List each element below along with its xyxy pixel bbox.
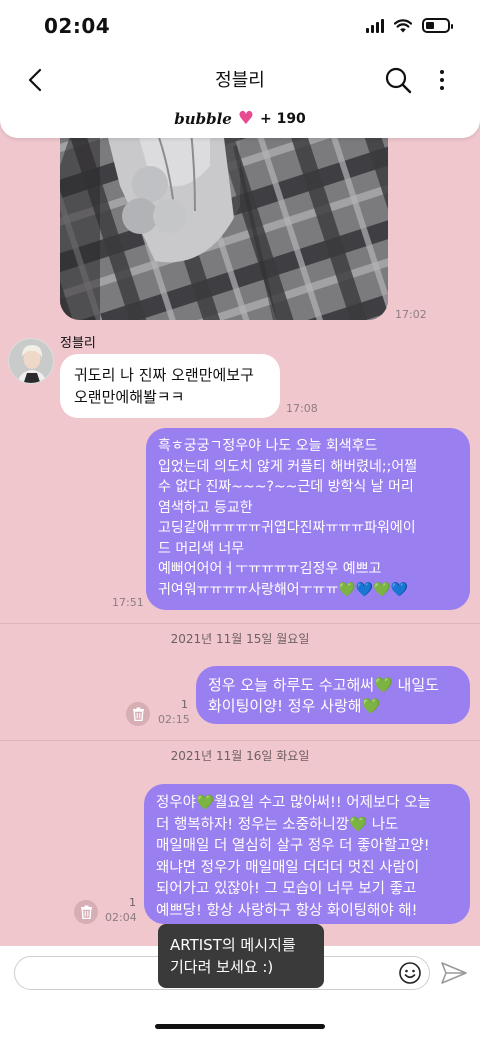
more-dot-icon [440, 70, 444, 74]
status-time: 02:04 [44, 14, 111, 38]
my-message-bubble[interactable]: 정우 오늘 하루도 수고해써💚 내일도 화이팅이양! 정우 사랑해💚 [196, 666, 470, 724]
more-options-button[interactable] [432, 64, 452, 96]
chat-header: 정블리 [0, 56, 480, 106]
date-divider-line [0, 623, 480, 624]
send-button[interactable] [440, 960, 468, 986]
wifi-icon [394, 18, 412, 32]
date-divider: 2021년 11월 16일 화요일 [170, 749, 310, 763]
cellular-signal-icon [366, 18, 384, 33]
my-message-bubble[interactable]: 흑ㅎ궁궁ㄱ정우야 나도 오늘 회색후드 입었는데 의도치 않게 커플티 해버렸네… [146, 428, 470, 610]
status-bar: 02:04 [0, 0, 480, 56]
delete-message-button[interactable] [126, 702, 150, 726]
emoji-button[interactable] [398, 961, 422, 985]
send-icon [441, 962, 467, 984]
shared-photo[interactable] [60, 106, 388, 320]
heart-icon: ♥ [237, 108, 254, 129]
chat-messages[interactable]: 17:02 정블리 귀도리 나 진짜 오랜만에보구 오랜만에해봘ㅋㅋ 17:08… [0, 106, 480, 946]
artist-message-tooltip: ARTIST의 메시지를 기다려 보세요 :) [158, 924, 324, 988]
home-indicator[interactable] [155, 1024, 325, 1029]
artist-avatar[interactable] [8, 338, 54, 384]
photo-image [60, 106, 388, 320]
my-message-timestamp: 17:51 [112, 596, 144, 609]
photo-timestamp: 17:02 [395, 308, 427, 321]
artist-message-bubble[interactable]: 귀도리 나 진짜 오랜만에보구 오랜만에해봘ㅋㅋ [60, 354, 280, 418]
avatar-image [9, 339, 53, 383]
bubble-count: + 190 [259, 111, 306, 127]
trash-icon [132, 707, 144, 721]
my-message-timestamp: 02:15 [158, 713, 190, 726]
bubble-count-banner[interactable]: bubble ♥ + 190 [0, 100, 480, 138]
date-divider: 2021년 11월 15일 월요일 [170, 632, 310, 646]
trash-icon [80, 905, 92, 919]
my-message-timestamp: 02:04 [105, 911, 137, 924]
artist-message-timestamp: 17:08 [286, 402, 318, 415]
unread-count: 1 [181, 698, 188, 711]
bubble-brand-logo: bubble [174, 110, 232, 128]
my-message-bubble[interactable]: 정우야💚월요일 수고 많아써!! 어제보다 오늘 더 행복하자! 정우는 소중하… [144, 784, 470, 924]
smiley-icon [399, 962, 421, 984]
unread-count: 1 [129, 896, 136, 909]
date-divider-line [0, 740, 480, 741]
delete-message-button[interactable] [74, 900, 98, 924]
battery-icon [422, 18, 453, 33]
search-icon [385, 67, 412, 94]
search-button[interactable] [382, 64, 414, 96]
sender-name: 정블리 [60, 336, 96, 351]
